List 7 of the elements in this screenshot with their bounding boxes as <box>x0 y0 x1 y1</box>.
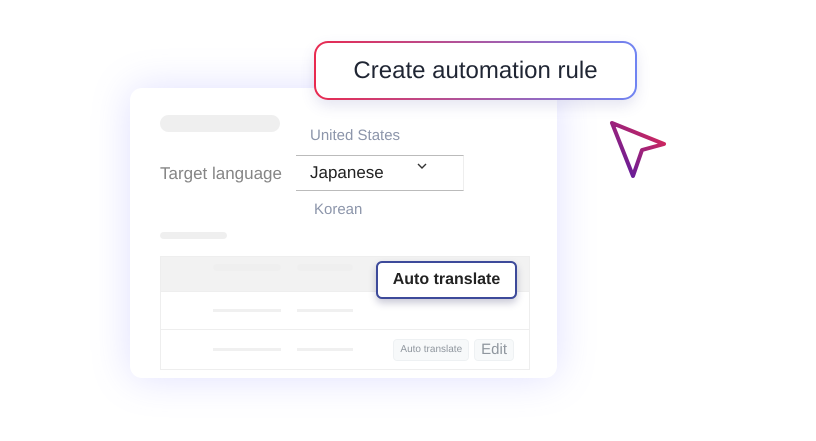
field-label: Target language <box>160 164 282 184</box>
dropdown-option[interactable]: United States <box>296 125 428 145</box>
language-select[interactable]: Japanese <box>296 155 464 191</box>
dropdown-option[interactable]: Korean <box>296 199 428 219</box>
create-rule-button[interactable]: Create automation rule <box>314 41 637 100</box>
chevron-icon <box>417 162 427 170</box>
auto-translate-button[interactable]: Auto translate <box>376 261 517 299</box>
